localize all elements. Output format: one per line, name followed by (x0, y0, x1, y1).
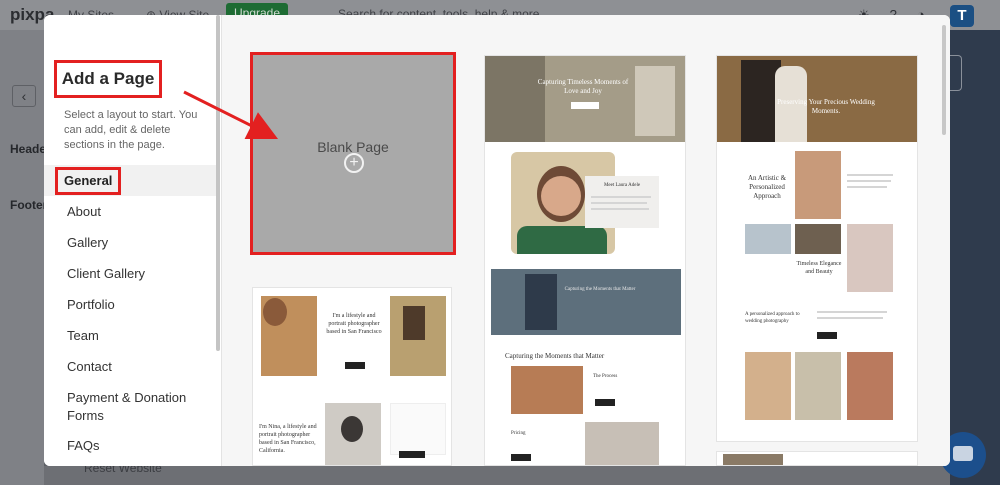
template-line (817, 317, 883, 319)
template-portrait (541, 176, 581, 216)
template-photo (745, 224, 791, 254)
template-text: I'm a lifestyle and portrait photographe… (326, 313, 382, 335)
template-photo (795, 151, 841, 219)
template-line (847, 180, 891, 182)
template-button (571, 102, 599, 109)
bottom-bar (44, 466, 950, 485)
template-band-text: Capturing the Moments that Matter (564, 287, 636, 292)
template-band-image (525, 274, 557, 330)
template-band-image (491, 269, 681, 335)
category-general[interactable]: General (44, 165, 216, 196)
template-text: I'm Nina, a lifestyle and portrait photo… (259, 424, 317, 454)
category-faqs[interactable]: FAQs (44, 430, 216, 461)
template-gallery: Blank Page + I'm a lifestyle and portrai… (222, 15, 950, 466)
template-photo (723, 454, 783, 465)
template-button (399, 451, 425, 458)
category-team[interactable]: Team (44, 320, 216, 351)
template-text: Pricing (511, 431, 526, 436)
template-photo (795, 352, 841, 420)
template-line (817, 311, 887, 313)
template-hero-text: Preserving Your Precious Wedding Moments… (777, 98, 875, 115)
template-photo (585, 422, 659, 465)
header-label: Heade (10, 142, 47, 156)
editor-sidebar-bg: ‹ Heade Footer (0, 30, 48, 485)
template-text: Timeless Elegance and Beauty (796, 261, 842, 275)
template-photo (847, 224, 893, 292)
template-hero-image (635, 66, 675, 136)
template-photo (795, 224, 841, 254)
template-text: An Artistic & Personalized Approach (747, 174, 787, 200)
preview-toggle[interactable] (950, 55, 962, 91)
template-button (817, 332, 837, 339)
footer-label: Footer (10, 198, 48, 212)
avatar[interactable]: T (950, 5, 974, 27)
template-photo (263, 298, 287, 326)
template-card-1[interactable]: I'm a lifestyle and portrait photographe… (252, 287, 452, 466)
gallery-scrollbar[interactable] (942, 25, 946, 135)
template-card-3[interactable]: Preserving Your Precious Wedding Moments… (716, 55, 918, 442)
template-text: Meet Laura Adele (603, 183, 641, 188)
template-line (847, 186, 887, 188)
template-text: The Process (593, 374, 618, 379)
category-sidebar: Add a Page Select a layout to start. You… (44, 15, 222, 466)
template-photo (341, 416, 363, 442)
template-photo (745, 352, 791, 420)
template-block (390, 403, 446, 455)
template-line (591, 196, 651, 198)
modal-title: Add a Page (54, 60, 162, 98)
template-card-6[interactable] (716, 451, 918, 466)
template-button (511, 454, 531, 461)
template-line (591, 208, 649, 210)
template-heading: Capturing the Moments that Matter (505, 352, 605, 360)
template-text: A personalized approach to wedding photo… (745, 312, 800, 324)
template-card-2[interactable]: Capturing Timeless Moments of Love and J… (484, 55, 686, 466)
category-label: General (55, 167, 122, 195)
template-hero-text: Capturing Timeless Moments of Love and J… (537, 78, 629, 95)
category-contact[interactable]: Contact (44, 351, 216, 382)
plus-circle-icon: + (344, 153, 364, 173)
add-page-modal: Add a Page Select a layout to start. You… (44, 15, 950, 466)
modal-description: Select a layout to start. You can add, e… (64, 109, 198, 151)
category-about[interactable]: About (44, 196, 216, 227)
template-photo (511, 366, 583, 414)
template-photo (847, 352, 893, 420)
template-button (345, 362, 365, 369)
blank-page-card[interactable]: Blank Page + (250, 52, 456, 255)
category-portfolio[interactable]: Portfolio (44, 289, 216, 320)
sidebar-scrollbar[interactable] (216, 15, 220, 351)
category-payment-donation-forms[interactable]: Payment & Donation Forms (44, 382, 216, 430)
category-list: General About Gallery Client Gallery Por… (44, 165, 216, 461)
back-icon[interactable]: ‹ (12, 85, 36, 107)
category-client-gallery[interactable]: Client Gallery (44, 258, 216, 289)
template-photo (403, 306, 425, 340)
template-hero-image (485, 56, 545, 142)
template-line (591, 202, 647, 204)
template-portrait (517, 226, 607, 254)
category-gallery[interactable]: Gallery (44, 227, 216, 258)
template-line (847, 174, 893, 176)
template-button (595, 399, 615, 406)
editor-preview-bg (950, 30, 1000, 485)
